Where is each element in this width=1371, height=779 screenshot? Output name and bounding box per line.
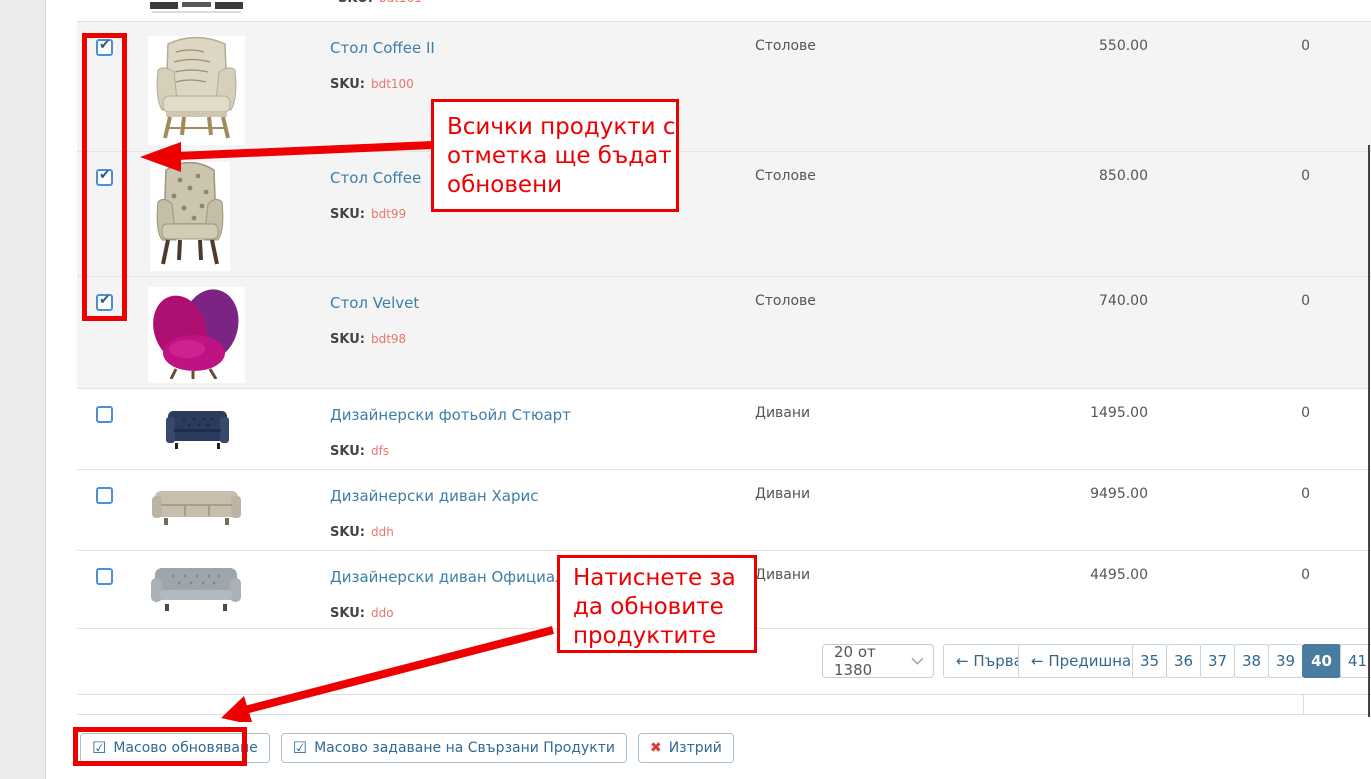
table-row: Дизайнерски диван Харис SKU: ddh Дивани 9… [77,470,1371,551]
table-row: Дизайнерски фотьойл Стюарт SKU: dfs Диван… [77,389,1371,470]
row-checkbox[interactable]: ✔ [96,169,113,186]
product-image[interactable] [146,22,330,151]
sku-value: bdt100 [371,77,414,91]
checkmark-icon: ✔ [99,167,111,184]
pagination-prev-button[interactable]: ← Предишна [1018,644,1144,678]
product-price: 9495.00 [1000,470,1148,550]
pagination-pages: 35 36 37 38 39 40 41 [1133,644,1371,678]
product-category: Дивани [755,470,1000,550]
product-qty: 0 [1148,389,1310,469]
pagination-page-button[interactable]: 38 [1234,644,1269,678]
product-category: Столове [755,22,1000,151]
sku-value: bdt98 [371,332,406,346]
product-name-link[interactable]: Дизайнерски диван Харис [330,487,538,505]
sku-label: SKU: [330,207,365,222]
product-image[interactable] [146,152,330,276]
row-checkbox[interactable] [96,487,113,504]
annotation-note-checked-products: Всички продукти с отметка ще бъдат обнов… [431,99,679,212]
product-qty: 0 [1148,22,1310,151]
product-image[interactable] [146,277,330,388]
pagination-page-button[interactable]: 36 [1166,644,1201,678]
mass-related-products-button[interactable]: ☑ Масово задаване на Свързани Продукти [281,733,627,763]
table-row: ✔ Стол Velvet SKU: bdt98 Столове 740.00 0 [77,277,1371,389]
products-table: SKU: bdt101 ✔ Стол Coffee II SKU: bdt100 С… [77,0,1371,629]
table-row-partial: SKU: bdt101 [77,0,1371,22]
pagination-page-button[interactable]: 41 [1340,644,1371,678]
product-qty: 0 [1148,277,1310,388]
row-checkbox[interactable]: ✔ [96,39,113,56]
product-name-link[interactable]: Стол Coffee II [330,39,435,57]
bulk-actions-toolbar: ☑ Масово обновяване ☑ Масово задаване на… [80,733,734,763]
sku-value: bdt99 [371,207,406,221]
viewport-edge-line [1368,145,1370,717]
pagination-page-button-active[interactable]: 40 [1302,644,1341,678]
product-category: Дивани [755,551,1000,628]
annotation-note-update-products: Натиснете за да обновите продуктите [557,555,757,653]
table-footer-row [77,695,1371,715]
product-image[interactable] [146,551,330,628]
chevron-down-icon [911,657,924,666]
pagination-page-button[interactable]: 35 [1132,644,1167,678]
product-qty: 0 [1148,551,1310,628]
pagination-page-button[interactable]: 39 [1268,644,1303,678]
sku-line: SKU: bdt101 [338,0,422,6]
sku-value: ddh [371,525,394,539]
sku-label: SKU: [330,525,365,540]
sku-label: SKU: [330,444,365,459]
checkmark-icon: ✔ [99,37,111,54]
product-name-link[interactable]: Дизайнерски фотьойл Стюарт [330,406,571,424]
product-category: Столове [755,277,1000,388]
column-divider [1303,695,1304,714]
checkmark-icon: ✔ [99,292,111,309]
sku-value: bdt101 [379,0,422,5]
pagination-page-button[interactable]: 37 [1200,644,1235,678]
checked-checkbox-icon: ☑ [92,740,106,756]
product-price: 740.00 [1000,277,1148,388]
delete-label: Изтрий [669,740,722,756]
per-page-value: 20 от 1380 [834,643,911,679]
sku-label: SKU: [330,332,365,347]
product-category: Дивани [755,389,1000,469]
mass-related-label: Масово задаване на Свързани Продукти [314,740,615,756]
row-checkbox[interactable]: ✔ [96,294,113,311]
product-price: 1495.00 [1000,389,1148,469]
sku-label: SKU: [330,606,365,621]
table-row: ✔ Стол Coffee II SKU: bdt100 Столове 550.… [77,22,1371,152]
product-qty: 0 [1148,470,1310,550]
product-qty: 0 [1148,152,1310,276]
sku-label: SKU: [338,0,373,6]
sku-value: ddo [371,606,394,620]
checked-checkbox-icon: ☑ [293,740,307,756]
mass-update-button[interactable]: ☑ Масово обновяване [80,733,270,763]
table-row: ✔ Стол Coffee SKU: bdt99 Столове 850.00 0 [77,152,1371,277]
row-checkbox[interactable] [96,406,113,423]
mass-update-label: Масово обновяване [113,740,257,756]
product-price: 550.00 [1000,22,1148,151]
delete-x-icon: ✖ [650,741,662,755]
product-image [148,0,245,13]
product-name-link[interactable]: Стол Velvet [330,294,419,312]
delete-button[interactable]: ✖ Изтрий [638,733,734,763]
product-image[interactable] [146,389,330,469]
per-page-select[interactable]: 20 от 1380 [822,644,934,678]
row-checkbox[interactable] [96,568,113,585]
product-name-link[interactable]: Стол Coffee [330,169,421,187]
product-price: 850.00 [1000,152,1148,276]
product-image[interactable] [146,470,330,550]
product-name-link[interactable]: Дизайнерски диван Официал [330,568,565,586]
product-category: Столове [755,152,1000,276]
sku-value: dfs [371,444,389,458]
page-left-margin [0,0,46,779]
product-price: 4495.00 [1000,551,1148,628]
sku-label: SKU: [330,77,365,92]
